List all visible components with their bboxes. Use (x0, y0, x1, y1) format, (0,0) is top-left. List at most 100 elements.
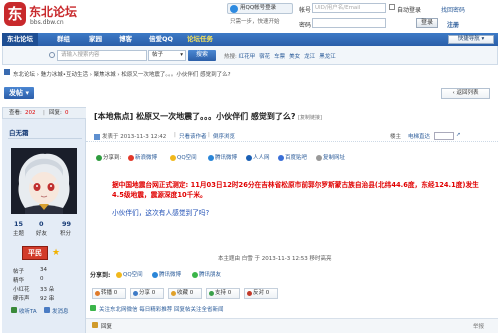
new-post-label: 发帖 (9, 89, 23, 97)
thumbs-up-icon (209, 291, 214, 296)
detail-value: 33 朵 (40, 287, 55, 293)
search-icon (49, 52, 55, 58)
share-bar-2: QQ空间 腾讯微博 腾讯朋友 (116, 270, 276, 280)
floor-label: 楼主 (390, 134, 402, 140)
password-input[interactable] (312, 18, 386, 28)
detail-value: 0 (40, 276, 44, 282)
author-only-link[interactable]: 只看该作者 (179, 132, 207, 140)
share-sina-weibo[interactable]: 新浪微博 (135, 155, 157, 161)
share2-tencent-weibo[interactable]: 腾讯微博 (159, 272, 181, 278)
detail-label: 精华 (13, 278, 25, 284)
share-qzone[interactable]: QQ空间 (177, 155, 197, 161)
detail-value: 34 (40, 267, 47, 273)
hot-search: 热搜: 红花甲 宿花 车票 美女 龙江 黑龙江 (224, 52, 340, 60)
author-points-value[interactable]: 99 (62, 220, 71, 228)
post-body-alert: 据中国地震台网正式测定: 11月03日12时26分在吉林省松原市前郭尔罗斯蒙古族… (112, 181, 479, 199)
nav-item-blog[interactable]: 博客 (119, 33, 132, 46)
chevron-down-icon: ▾ (180, 52, 183, 58)
autologin-label: 自动登录 (397, 7, 422, 14)
author-friends-value[interactable]: 0 (39, 220, 44, 228)
qq-login-button[interactable]: 用QQ帐号登录 (227, 3, 293, 14)
breadcrumb[interactable]: 东北论坛 › 魅力冰城•互动生活 › 聚焦冰城 › 松原又一次地震了。。。小伙伴… (13, 70, 231, 78)
logo-title: 东北论坛 (29, 5, 78, 19)
avatar[interactable] (11, 148, 77, 214)
detail-label: 硬币声 (13, 296, 30, 302)
forward-label: 转播 0 (101, 290, 118, 296)
share-renren[interactable]: 人人网 (253, 155, 270, 161)
report-link[interactable]: 举报 (473, 322, 484, 330)
floor-jump-input[interactable] (434, 132, 454, 140)
favorite-label: 收藏 0 (177, 290, 194, 296)
nav-item-groups[interactable]: 群组 (57, 33, 70, 46)
new-post-button[interactable]: 发帖 ▾ (4, 87, 34, 99)
share-baidu-tieba[interactable]: 百度贴吧 (285, 155, 307, 161)
search-button[interactable]: 搜索 (188, 50, 216, 61)
nav-item-home[interactable]: 东北论坛 (2, 33, 38, 46)
autologin-checkbox[interactable] (389, 4, 395, 10)
views-count: 202 (25, 110, 36, 116)
copy-link[interactable]: [复制链接] (298, 114, 322, 121)
tencent-weibo-icon (152, 271, 158, 278)
password-label: 密码 (299, 22, 312, 29)
hot-item[interactable]: 车票 (274, 54, 285, 60)
hot-item[interactable]: 宿花 (259, 54, 270, 60)
wechat-promo[interactable]: 关注东北网微信 每日精彩推荐 回复帖关注全省新闻 (99, 305, 224, 313)
register-link[interactable]: 注册 (447, 20, 459, 29)
home-icon[interactable] (4, 69, 10, 75)
post-footer (86, 318, 498, 333)
share-button-label: 分享 0 (139, 290, 156, 296)
main-nav: 东北论坛 群组 家园 博客 倍爱QQ 论坛任务 (2, 33, 498, 46)
chevron-down-icon: ▾ (481, 36, 485, 42)
site-logo[interactable]: 东 东北论坛 bbs.dbw.cn (4, 2, 96, 28)
copy-url[interactable]: 复制网址 (323, 155, 345, 161)
oppose-label: 反对 0 (253, 290, 270, 296)
divider (8, 138, 82, 139)
favorite-button[interactable]: 收藏 0 (168, 288, 202, 299)
qzone-icon (116, 271, 122, 278)
post-body-question: 小伙伴们，这次有人感觉到了吗? (112, 209, 210, 217)
share-bar: 分享到: 新浪微博 QQ空间 腾讯微博 人人网 百度贴吧 复制网址 (96, 153, 396, 163)
jump-arrow-icon[interactable]: ➚ (456, 132, 461, 138)
nav-item-home-space[interactable]: 家园 (89, 33, 102, 46)
author-threads-label: 主题 (13, 231, 25, 237)
qzone-icon (170, 154, 176, 161)
return-list-button[interactable]: ‹ 返回列表 (441, 88, 490, 99)
share-tencent-weibo[interactable]: 腾讯微博 (215, 155, 237, 161)
qq-icon (230, 5, 238, 13)
forward-button[interactable]: 转播 0 (92, 288, 126, 299)
replies-count: 0 (65, 110, 69, 116)
hot-item[interactable]: 黑龙江 (319, 54, 336, 60)
share-button[interactable]: 分享 0 (130, 288, 164, 299)
listen-ta-link[interactable]: 收听TA (19, 307, 37, 315)
search-scope-select[interactable]: 帖子 ▾ (148, 50, 186, 61)
share-icon (96, 154, 102, 161)
oppose-button[interactable]: 反对 0 (244, 288, 278, 299)
hot-search-label: 热搜: (224, 54, 237, 60)
return-list-label: 返回列表 (456, 90, 479, 96)
search-input[interactable]: 请输入搜索内容 (57, 50, 147, 61)
thread-title: [本地焦点] 松原又一次地震了。。。小伙伴们 感觉到了么? (94, 112, 296, 121)
forgot-password-link[interactable]: 找回密码 (441, 5, 465, 14)
login-button[interactable]: 登录 (416, 18, 438, 28)
back-arrow-icon: ‹ (452, 90, 455, 96)
hot-item[interactable]: 美女 (289, 54, 300, 60)
reverse-order-link[interactable]: 倒序浏览 (213, 132, 235, 140)
account-input[interactable]: UID/用户名/Email (312, 3, 386, 13)
detail-value: 92 串 (40, 296, 55, 302)
hot-item[interactable]: 红花甲 (239, 54, 256, 60)
nav-item-tasks[interactable]: 论坛任务 (187, 33, 213, 46)
share-label: 分享到: (103, 155, 122, 161)
share2-qzone[interactable]: QQ空间 (123, 272, 143, 278)
share2-tencent-friends[interactable]: 腾讯朋友 (199, 272, 221, 278)
detail-label: 小红花 (13, 287, 30, 293)
hot-item[interactable]: 龙江 (304, 54, 315, 60)
nav-item-qq[interactable]: 倍爱QQ (149, 33, 173, 46)
wechat-icon (90, 305, 96, 311)
weibo-icon (128, 154, 134, 161)
support-button[interactable]: 支持 0 (206, 288, 240, 299)
author-name[interactable]: 白无霜 (9, 127, 29, 137)
author-threads-value[interactable]: 15 (14, 220, 23, 228)
quick-nav-button[interactable]: 快捷导航 ▾ (448, 35, 494, 44)
send-message-link[interactable]: 发消息 (52, 307, 69, 315)
reply-link[interactable]: 回复 (101, 322, 112, 330)
